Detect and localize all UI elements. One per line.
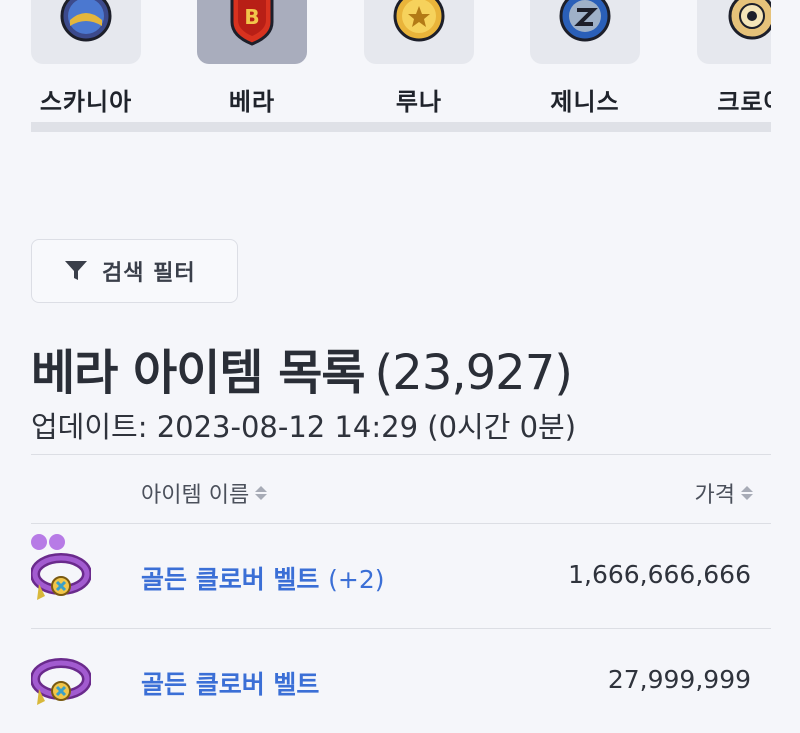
item-price: 1,666,666,666 <box>568 560 751 589</box>
item-name: 골든 클로버 벨트 <box>141 565 320 594</box>
world-tab-zenith[interactable]: 제니스 <box>530 0 640 117</box>
sort-by-price-header[interactable]: 가격 <box>695 477 753 509</box>
table-row[interactable]: 골든 클로버 벨트 (+2) 1,666,666,666 <box>30 524 771 628</box>
item-table: 아이템 이름 가격 골든 클로버 벨트 (+2) 1,666,666,666 골… <box>30 454 771 733</box>
update-timestamp: 업데이트: 2023-08-12 14:29 (0시간 0분) <box>31 410 577 444</box>
page-title-text: 베라 아이템 목록 <box>31 345 366 401</box>
world-tile <box>31 0 141 64</box>
world-label: 베라 <box>228 88 276 116</box>
table-row[interactable]: 골든 클로버 벨트 27,999,999 <box>30 629 771 733</box>
item-price: 27,999,999 <box>607 665 751 694</box>
world-label: 스카니아 <box>39 88 133 116</box>
page-title: 베라 아이템 목록 (23,927) <box>31 333 573 403</box>
world-scrollbar[interactable] <box>31 122 771 132</box>
sort-icon <box>255 486 268 500</box>
sort-by-name-header[interactable]: 아이템 이름 <box>141 477 268 509</box>
globe-emblem-icon <box>60 0 112 42</box>
moon-coin-emblem-icon <box>393 0 445 42</box>
world-tab-scania[interactable]: 스카니아 <box>31 0 141 117</box>
filter-icon <box>65 261 87 280</box>
search-filter-button[interactable]: 검색 필터 <box>31 239 238 303</box>
golden-clover-belt-icon <box>30 643 92 715</box>
price-column-label: 가격 <box>694 483 735 508</box>
world-tile <box>364 0 474 64</box>
sort-icon <box>741 486 753 500</box>
star-force-indicator <box>31 534 65 550</box>
world-label: 루나 <box>395 88 443 116</box>
search-filter-label: 검색 필터 <box>102 261 196 286</box>
world-tile <box>697 0 771 64</box>
world-label: 제니스 <box>550 88 620 116</box>
item-name: 골든 클로버 벨트 <box>141 670 320 699</box>
world-label: 크로아 <box>717 88 771 116</box>
world-tab-bera[interactable]: B 베라 <box>197 0 307 117</box>
eye-emblem-icon <box>728 0 771 40</box>
z-orb-emblem-icon <box>559 0 611 42</box>
world-tab-luna[interactable]: 루나 <box>364 0 474 117</box>
table-header: 아이템 이름 가격 <box>31 455 771 523</box>
shield-emblem-icon: B <box>230 0 274 46</box>
item-name-link[interactable]: 골든 클로버 벨트 <box>141 665 319 701</box>
svg-text:B: B <box>244 5 259 29</box>
world-tab-croa[interactable]: 크로아 <box>697 0 771 117</box>
world-tile <box>530 0 640 64</box>
name-column-label: 아이템 이름 <box>141 483 250 508</box>
world-selector: 스카니아 B 베라 루나 제니스 크로 <box>31 0 771 132</box>
golden-clover-belt-icon <box>30 534 92 610</box>
world-tile-active: B <box>197 0 307 64</box>
item-count: (23,927) <box>374 345 573 401</box>
item-name-link[interactable]: 골든 클로버 벨트 (+2) <box>141 560 385 596</box>
enhancement-level: (+2) <box>328 565 385 594</box>
